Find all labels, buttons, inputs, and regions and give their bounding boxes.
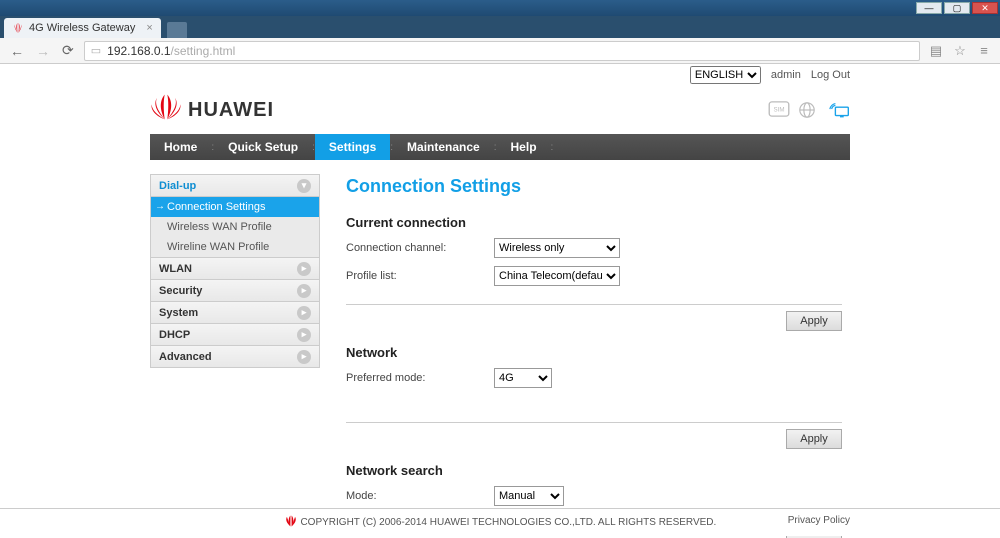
sidebar-section-wlan[interactable]: WLAN ▸ (151, 258, 319, 280)
huawei-logo-icon (150, 94, 182, 126)
main-panel: Connection Settings Current connection C… (338, 174, 850, 538)
sidebar-item-connection-settings[interactable]: Connection Settings (151, 197, 319, 217)
utility-bar: ENGLISH admin Log Out (150, 64, 850, 90)
chevron-right-icon: ▸ (297, 328, 311, 342)
sidebar-section-advanced[interactable]: Advanced ▸ (151, 346, 319, 368)
browser-toolbar: ← → ⟳ ▭ 192.168.0.1/setting.html ▤ ☆ ≡ (0, 38, 1000, 64)
chevron-right-icon: ▸ (297, 350, 311, 364)
sidebar-section-security[interactable]: Security ▸ (151, 280, 319, 302)
sidebar-section-dhcp[interactable]: DHCP ▸ (151, 324, 319, 346)
label-connection-channel: Connection channel: (346, 242, 494, 254)
nav-maintenance[interactable]: Maintenance (393, 134, 494, 160)
brand-logo: HUAWEI (150, 94, 274, 126)
chevron-right-icon: ▸ (297, 262, 311, 276)
sidebar-section-dialup[interactable]: Dial-up ▾ (151, 175, 319, 197)
chevron-down-icon: ▾ (297, 179, 311, 193)
reload-button[interactable]: ⟳ (60, 42, 76, 59)
huawei-favicon (12, 22, 24, 34)
label-search-mode: Mode: (346, 490, 494, 502)
select-search-mode[interactable]: Manual (494, 486, 564, 506)
status-icons: SIM (768, 101, 850, 119)
back-button[interactable]: ← (8, 43, 26, 59)
section-network-search: Network search (346, 463, 842, 478)
page-title: Connection Settings (346, 176, 842, 197)
main-nav: Home: Quick Setup: Settings: Maintenance… (150, 134, 850, 160)
nav-home[interactable]: Home (150, 134, 211, 160)
divider (346, 304, 842, 305)
browser-tab[interactable]: 4G Wireless Gateway × (4, 18, 161, 38)
nav-quick-setup[interactable]: Quick Setup (214, 134, 312, 160)
language-select[interactable]: ENGLISH (690, 66, 761, 84)
tab-close-icon[interactable]: × (146, 22, 152, 34)
sidebar-dialup-body: Connection Settings Wireless WAN Profile… (151, 197, 319, 258)
new-tab-button[interactable] (167, 22, 187, 38)
page-icon: ▭ (91, 44, 101, 57)
huawei-logo-icon (284, 515, 298, 530)
address-bar[interactable]: ▭ 192.168.0.1/setting.html (84, 41, 920, 61)
admin-link[interactable]: admin (771, 69, 801, 81)
chevron-right-icon: ▸ (297, 284, 311, 298)
menu-icon[interactable]: ≡ (976, 43, 992, 59)
translate-icon[interactable]: ▤ (928, 43, 944, 59)
window-minimize[interactable]: — (916, 2, 942, 14)
sidebar-section-system[interactable]: System ▸ (151, 302, 319, 324)
window-close[interactable]: ✕ (972, 2, 998, 14)
sidebar: Dial-up ▾ Connection Settings Wireless W… (150, 174, 320, 538)
page-footer: COPYRIGHT (C) 2006-2014 HUAWEI TECHNOLOG… (0, 508, 1000, 536)
section-network: Network (346, 345, 842, 360)
select-preferred-mode[interactable]: 4G (494, 368, 552, 388)
privacy-link[interactable]: Privacy Policy (788, 515, 850, 526)
label-preferred-mode: Preferred mode: (346, 372, 494, 384)
nav-settings[interactable]: Settings (315, 134, 390, 160)
logout-link[interactable]: Log Out (811, 69, 850, 81)
label-profile-list: Profile list: (346, 270, 494, 282)
sidebar-item-wireless-wan[interactable]: Wireless WAN Profile (151, 217, 319, 237)
nav-help[interactable]: Help (497, 134, 551, 160)
brand-header: HUAWEI SIM (150, 90, 850, 134)
tab-title: 4G Wireless Gateway (29, 22, 135, 34)
browser-tabstrip: 4G Wireless Gateway × (0, 16, 1000, 38)
bookmark-star-icon[interactable]: ☆ (952, 43, 968, 59)
sidebar-item-wireline-wan[interactable]: Wireline WAN Profile (151, 237, 319, 257)
window-maximize[interactable]: ▢ (944, 2, 970, 14)
brand-name: HUAWEI (188, 99, 274, 122)
page-viewport: ENGLISH admin Log Out HUAWEI SIM (0, 64, 1000, 538)
sim-icon: SIM (768, 101, 790, 119)
copyright-text: COPYRIGHT (C) 2006-2014 HUAWEI TECHNOLOG… (300, 517, 716, 528)
forward-button[interactable]: → (34, 43, 52, 59)
svg-text:SIM: SIM (773, 107, 784, 114)
page-content: ENGLISH admin Log Out HUAWEI SIM (150, 64, 850, 538)
apply-button[interactable]: Apply (786, 311, 842, 331)
select-profile-list[interactable]: China Telecom(default) (494, 266, 620, 286)
section-current-connection: Current connection (346, 215, 842, 230)
wifi-pc-icon (828, 101, 850, 119)
chevron-right-icon: ▸ (297, 306, 311, 320)
select-connection-channel[interactable]: Wireless only (494, 238, 620, 258)
browser-window: — ▢ ✕ 4G Wireless Gateway × ← → ⟳ ▭ 192.… (0, 0, 1000, 538)
apply-button[interactable]: Apply (786, 429, 842, 449)
window-titlebar: — ▢ ✕ (0, 0, 1000, 16)
globe-icon (798, 101, 820, 119)
url-text: 192.168.0.1/setting.html (107, 44, 913, 58)
divider (346, 422, 842, 423)
